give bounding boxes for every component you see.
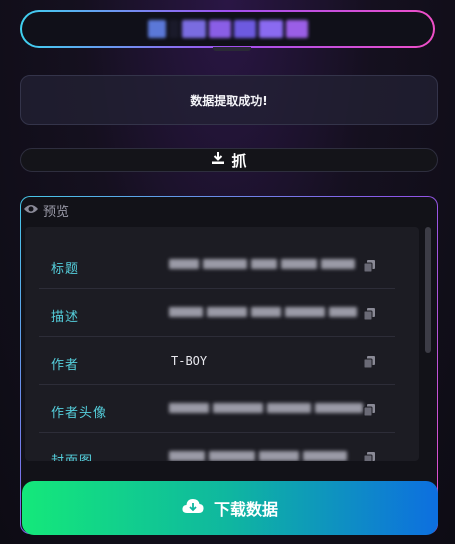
header-title-box: [20, 10, 435, 48]
copy-icon[interactable]: [363, 354, 377, 373]
grab-button[interactable]: 抓: [20, 148, 438, 172]
author-value: T-BOY: [171, 354, 208, 368]
preview-table: 标题 描述 作者 T-BOY 作者头像: [25, 227, 419, 461]
redacted-value: [169, 451, 347, 461]
row-label: 封面图: [51, 450, 93, 461]
scrollbar-thumb[interactable]: [425, 227, 431, 353]
copy-icon[interactable]: [363, 306, 377, 325]
header-inner: [22, 12, 433, 46]
preview-label: 预览: [43, 205, 70, 220]
eye-icon: [23, 203, 39, 219]
redacted-value: [169, 403, 363, 413]
status-message: 数据提取成功!: [190, 93, 268, 108]
redacted-value: [169, 307, 357, 317]
row-label: 标题: [51, 262, 80, 277]
download-button-label: 下载数据: [213, 500, 278, 519]
preview-header: 预览: [23, 201, 69, 220]
copy-icon[interactable]: [363, 258, 377, 277]
redacted-value: [169, 259, 355, 269]
copy-icon[interactable]: [363, 450, 377, 461]
table-row: 标题: [39, 241, 395, 289]
status-message-box: 数据提取成功!: [20, 75, 438, 125]
grab-button-label: 抓: [231, 151, 247, 170]
header-tab-notch: [213, 47, 251, 51]
copy-icon[interactable]: [363, 402, 377, 421]
download-arrow-icon: [211, 151, 225, 169]
row-label: 描述: [51, 310, 80, 325]
table-row: 封面图: [39, 433, 395, 461]
table-row: 作者 T-BOY: [39, 337, 395, 385]
cloud-download-icon: [182, 498, 204, 518]
row-label: 作者: [51, 358, 80, 373]
download-data-button[interactable]: 下载数据: [22, 481, 438, 535]
row-label: 作者头像: [51, 406, 108, 421]
redacted-title: [147, 20, 308, 38]
table-row: 描述: [39, 289, 395, 337]
table-row: 作者头像: [39, 385, 395, 433]
